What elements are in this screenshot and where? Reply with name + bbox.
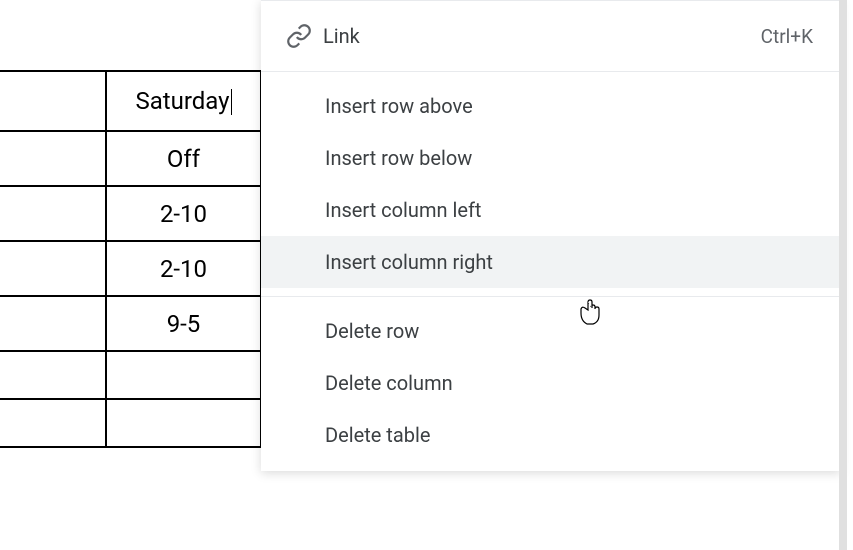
menu-label: Insert row below [289, 146, 813, 170]
menu-label: Delete table [289, 423, 813, 447]
menu-label: Insert column left [289, 198, 813, 222]
pointer-cursor-icon [576, 296, 604, 328]
table-cell-empty[interactable] [0, 186, 106, 241]
menu-label: Insert row above [289, 94, 813, 118]
schedule-table: Saturday Off 2-10 2-10 9-5 [0, 70, 262, 448]
menu-divider [261, 0, 841, 1]
text-cursor [231, 89, 232, 115]
table-cell-empty[interactable] [0, 351, 106, 399]
menu-label: Delete row [289, 319, 813, 343]
menu-item-link[interactable]: Link Ctrl+K [261, 9, 841, 63]
table-cell[interactable] [106, 399, 261, 447]
link-icon [275, 23, 323, 49]
table-cell-empty[interactable] [0, 241, 106, 296]
menu-item-delete-column[interactable]: Delete column [261, 357, 841, 409]
table-header-text: Saturday [135, 87, 229, 115]
menu-item-insert-row-above[interactable]: Insert row above [261, 80, 841, 132]
menu-item-insert-column-right[interactable]: Insert column right [261, 236, 841, 288]
menu-label: Insert column right [289, 250, 813, 274]
menu-shortcut: Ctrl+K [761, 25, 813, 48]
table-cell[interactable]: Off [106, 131, 261, 186]
table-cell-empty[interactable] [0, 296, 106, 351]
menu-divider [261, 71, 841, 72]
menu-item-insert-row-below[interactable]: Insert row below [261, 132, 841, 184]
menu-label: Link [323, 24, 761, 48]
scrollbar-track[interactable] [839, 0, 847, 550]
menu-item-delete-table[interactable]: Delete table [261, 409, 841, 461]
context-menu: Link Ctrl+K Insert row above Insert row … [261, 0, 841, 471]
table-header-saturday[interactable]: Saturday [106, 71, 261, 131]
menu-label: Delete column [289, 371, 813, 395]
table-cell[interactable]: 9-5 [106, 296, 261, 351]
menu-item-insert-column-left[interactable]: Insert column left [261, 184, 841, 236]
table-cell-empty[interactable] [0, 71, 106, 131]
menu-divider [261, 296, 841, 297]
table-cell[interactable]: 2-10 [106, 186, 261, 241]
menu-item-delete-row[interactable]: Delete row [261, 305, 841, 357]
table-cell[interactable]: 2-10 [106, 241, 261, 296]
table-cell[interactable] [106, 351, 261, 399]
table-cell-empty[interactable] [0, 131, 106, 186]
table-cell-empty[interactable] [0, 399, 106, 447]
